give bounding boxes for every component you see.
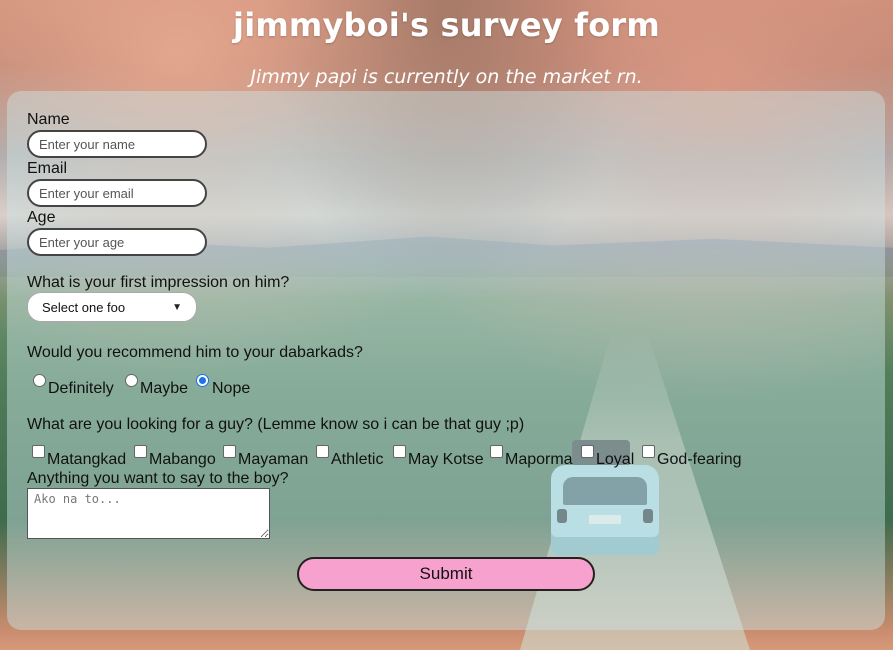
impression-label: What is your first impression on him? [27,274,290,291]
checkbox-athletic-label: Athletic [331,451,384,468]
page-title: jimmyboi's survey form [233,6,660,44]
checkbox-loyal[interactable] [581,445,594,458]
checkbox-god-fearing-label: God-fearing [657,451,742,468]
page-subtitle: Jimmy papi is currently on the market rn… [250,66,643,88]
impression-selected-value: Select one foo [42,299,126,315]
checkbox-mayaman[interactable] [223,445,236,458]
radio-definitely-label: Definitely [48,380,114,397]
message-label: Anything you want to say to the boy? [27,470,289,487]
submit-button[interactable]: Submit [297,557,595,591]
checkbox-maporma-label: Maporma [505,451,573,468]
chevron-down-icon: ▼ [172,301,182,313]
name-label: Name [27,111,70,128]
name-input[interactable] [27,130,207,158]
checkbox-may-kotse-label: May Kotse [408,451,484,468]
checkbox-may-kotse[interactable] [393,445,406,458]
recommend-label: Would you recommend him to your dabarkad… [27,344,363,361]
checkbox-athletic[interactable] [316,445,329,458]
email-label: Email [27,160,68,177]
checkbox-mabango[interactable] [134,445,147,458]
checkbox-matangkad-label: Matangkad [47,451,127,468]
impression-select[interactable]: Select one foo ▼ [27,292,197,322]
radio-definitely[interactable] [33,374,46,387]
email-input[interactable] [27,179,207,207]
checkbox-matangkad[interactable] [32,445,45,458]
message-textarea[interactable] [27,488,270,539]
looking-for-label: What are you looking for a guy? (Lemme k… [27,416,525,433]
radio-maybe[interactable] [125,374,138,387]
checkbox-maporma[interactable] [490,445,503,458]
radio-nope[interactable] [196,374,209,387]
radio-nope-label: Nope [212,380,251,397]
radio-maybe-label: Maybe [140,380,189,397]
checkbox-mayaman-label: Mayaman [238,451,309,468]
checkbox-mabango-label: Mabango [149,451,216,468]
checkbox-god-fearing[interactable] [642,445,655,458]
age-label: Age [27,209,56,226]
checkbox-loyal-label: Loyal [596,451,635,468]
age-input[interactable] [27,228,207,256]
